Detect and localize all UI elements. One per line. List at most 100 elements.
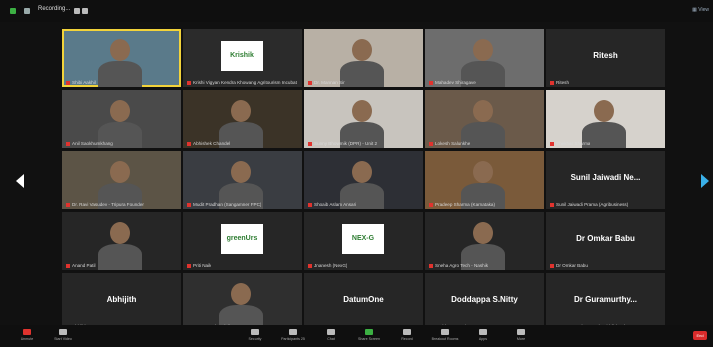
face: [110, 100, 130, 122]
participant-name-label: Mudit Pradhan (Sangamner FPC): [187, 202, 261, 207]
participant-video: [425, 212, 544, 270]
participant-name-label: Anand Patil: [66, 263, 96, 268]
muted-mic-icon: [308, 80, 312, 85]
participant-name-label: Anil Saokhumkhang: [66, 141, 113, 146]
muted-mic-icon: [429, 202, 433, 207]
participant-tile[interactable]: Pradeep Sharma (Karnataka): [425, 151, 544, 209]
muted-mic-icon: [187, 141, 191, 146]
participant-tile[interactable]: Doddappa S.NittyDoddappa S Nitty: [425, 273, 544, 331]
participant-tile[interactable]: Sunny Bhowmik (DPR) - Unit 2: [304, 90, 423, 148]
security-button[interactable]: Security: [238, 329, 272, 341]
participant-tile[interactable]: Dr Guramurthy...Dr Guramurthy Haqule Sid…: [546, 273, 665, 331]
participant-tile[interactable]: Dr Omkar Babu Dr Omkar Babu: [546, 212, 665, 270]
unmute-button[interactable]: Unmute: [10, 329, 44, 341]
muted-mic-icon: [66, 141, 70, 146]
participant-video: [304, 151, 423, 209]
face: [231, 283, 251, 305]
participant-name-label: Ritesh: [550, 80, 569, 85]
participant-tile[interactable]: NEX-G Jnanesh (NexG): [304, 212, 423, 270]
participant-display-name: Dr Omkar Babu: [576, 234, 635, 243]
participant-video: [546, 90, 665, 148]
face: [110, 161, 130, 183]
participant-video: [304, 90, 423, 148]
participant-name-label: Pradeep Sharma (Karnataka): [429, 202, 495, 207]
muted-mic-icon: [308, 263, 312, 268]
participant-name-label: Dr Omkar Babu: [550, 263, 588, 268]
participant-tile[interactable]: Sunil Jaiwadi Ne... Sunil Jaiwadi Prama (…: [546, 151, 665, 209]
participant-tile[interactable]: Mudit Pradhan (Sangamner FPC): [183, 151, 302, 209]
participant-grid: Shibi Aakhil Krishik Krishi Vigyan Kendra …: [62, 29, 665, 331]
participant-video: [425, 29, 544, 87]
chat-button[interactable]: Chat: [314, 329, 348, 341]
top-bar: Recording... ▦ View: [0, 0, 713, 22]
muted-mic-icon: [187, 202, 191, 207]
participant-tile[interactable]: Dr. Samarth Balaji: [183, 273, 302, 331]
muted-mic-icon: [187, 80, 191, 85]
participant-video: [425, 90, 544, 148]
participant-tile[interactable]: Ritesh Ritesh: [546, 29, 665, 87]
share-icon: [365, 329, 373, 335]
more-button[interactable]: More: [504, 329, 538, 341]
participant-name-label: Sunny Bhowmik (DPR) - Unit 2: [308, 141, 377, 146]
participant-tile[interactable]: Lokesh Salunkhe: [425, 90, 544, 148]
participant-video: [304, 29, 423, 87]
next-page-icon[interactable]: [701, 174, 709, 188]
more-icon: [517, 329, 525, 335]
share-screen-button[interactable]: Share Screen: [352, 329, 386, 341]
participant-name-label: Abhishek Chandel: [187, 141, 230, 146]
participant-tile[interactable]: Shibi Aakhil: [62, 29, 181, 87]
muted-mic-icon: [429, 141, 433, 146]
face: [352, 100, 372, 122]
participant-name-label: Shibi Aakhil: [66, 80, 96, 85]
participant-tile[interactable]: Shoaib Aslam Ansari: [304, 151, 423, 209]
participant-name-label: Sneha Agro Tech - Nashik: [429, 263, 488, 268]
participant-tile[interactable]: Sneha Agro Tech - Nashik: [425, 212, 544, 270]
participant-tile[interactable]: DatumOneDatumOne: [304, 273, 423, 331]
torso: [340, 61, 384, 87]
start-video-button[interactable]: Start Video: [46, 329, 80, 341]
muted-mic-icon: [66, 80, 70, 85]
participant-tile[interactable]: Mahadev Shiragave: [425, 29, 544, 87]
microphone-icon: [23, 329, 31, 335]
participant-display-name: Ritesh: [593, 51, 618, 60]
camera-icon: [59, 329, 67, 335]
participant-display-name: Sunil Jaiwadi Ne...: [570, 173, 641, 182]
participant-display-name: Abhijith: [106, 295, 137, 304]
end-button[interactable]: End: [693, 331, 707, 340]
apps-icon: [479, 329, 487, 335]
apps-button[interactable]: Apps: [466, 329, 500, 341]
stop-icon[interactable]: [82, 8, 88, 14]
muted-mic-icon: [66, 263, 70, 268]
participant-tile[interactable]: Abhishek Chandel: [183, 90, 302, 148]
participant-video: [62, 212, 181, 270]
muted-mic-icon: [187, 263, 191, 268]
view-icon[interactable]: ▦ View: [692, 7, 709, 13]
grid-icon[interactable]: [24, 8, 30, 14]
participant-tile[interactable]: Dr. Mannan Sir: [304, 29, 423, 87]
previous-page-icon[interactable]: [16, 174, 24, 188]
participant-name-label: Krishi Vigyan Kendra Khowang Agritourism…: [187, 80, 297, 85]
face: [231, 161, 251, 183]
participant-name-label: Sunil Jaiwadi Prama (Agribusiness): [550, 202, 628, 207]
people-icon: [289, 329, 297, 335]
muted-mic-icon: [550, 263, 554, 268]
participant-tile[interactable]: Anand Patil: [62, 212, 181, 270]
participants-button[interactable]: Participants 25: [276, 329, 310, 341]
participant-tile[interactable]: Krishik Krishi Vigyan Kendra Khowang Agri…: [183, 29, 302, 87]
participant-tile[interactable]: AbhijithAbhijith: [62, 273, 181, 331]
shield-icon[interactable]: [10, 8, 16, 14]
breakout-rooms-button[interactable]: Breakout Rooms: [428, 329, 462, 341]
muted-mic-icon: [550, 80, 554, 85]
participant-name-label: Lokesh Salunkhe: [429, 141, 470, 146]
participant-tile[interactable]: Anil Saokhumkhang: [62, 90, 181, 148]
record-button[interactable]: Record: [390, 329, 424, 341]
face: [352, 161, 372, 183]
participant-tile[interactable]: Dr. Ravi Vasudev - Tripura Founder: [62, 151, 181, 209]
participant-video: [62, 90, 181, 148]
pause-icon[interactable]: [74, 8, 80, 14]
muted-mic-icon: [550, 141, 554, 146]
chat-icon: [327, 329, 335, 335]
participant-tile[interactable]: greenUrs Priti Naik: [183, 212, 302, 270]
participant-tile[interactable]: Shekhar Sharma: [546, 90, 665, 148]
participant-name-label: Priti Naik: [187, 263, 211, 268]
